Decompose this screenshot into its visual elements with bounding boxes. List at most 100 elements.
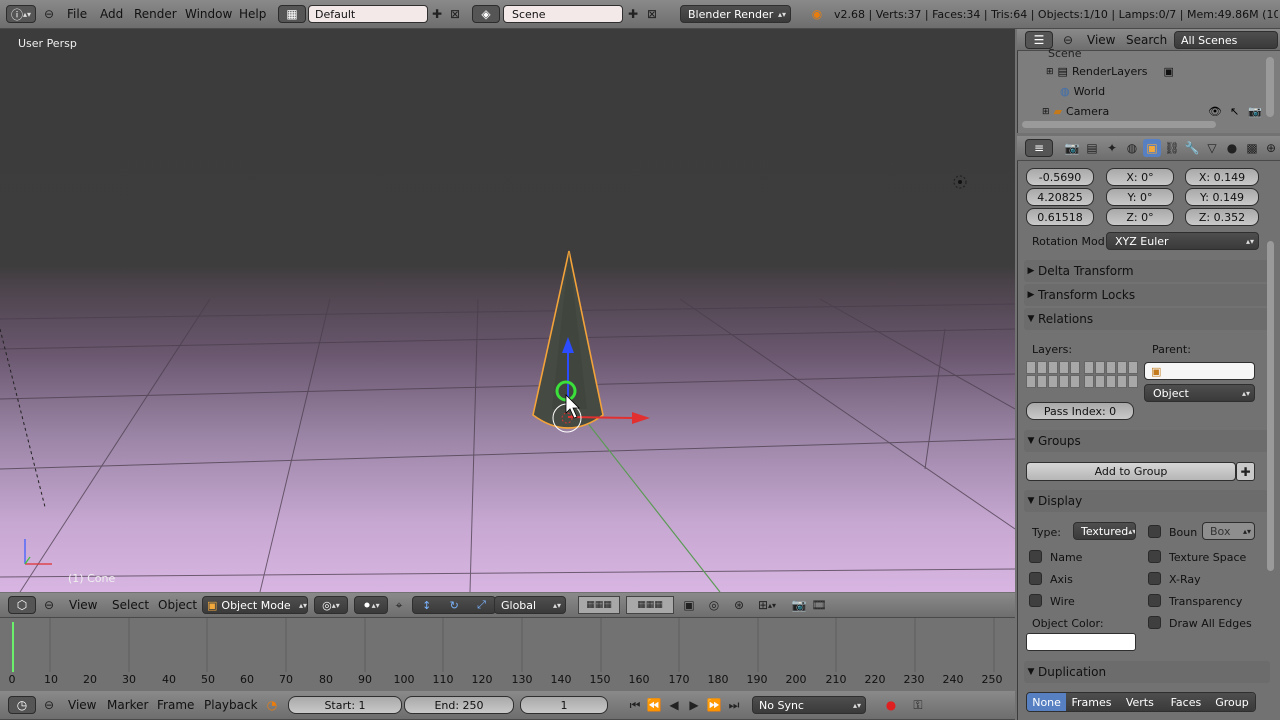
add-group-plus-icon[interactable]: ✚ [1236,462,1255,481]
menu-view[interactable]: View [69,593,97,617]
expand-icon[interactable]: ⊞ [1042,107,1050,117]
object-layers-grid-2[interactable] [1084,361,1138,388]
xray-checkbox[interactable] [1148,572,1161,585]
constraints-tab-icon[interactable]: ⛓ [1163,139,1181,157]
render-opengl-icon[interactable]: 📷 [790,596,808,614]
rotate-icon[interactable]: ↻ [450,599,459,612]
material-tab-icon[interactable]: ● [1223,139,1241,157]
screen-layout-icon[interactable]: ▦ [278,5,306,23]
record-icon[interactable]: ● [882,696,900,714]
parent-type-select[interactable]: Object ▴▾ [1144,384,1255,402]
timeline-area[interactable]: 0 10 20 30 40 50 60 70 80 90 100 110 120… [0,618,1015,690]
current-frame-field[interactable]: 1 [520,696,608,714]
select-cursor-icon[interactable]: ↖ [1230,105,1239,118]
panel-transform-locks[interactable]: ▶ Transform Locks [1024,284,1270,306]
dup-verts-option[interactable]: Verts [1116,693,1163,711]
scale-z-field[interactable]: Z: 0.352 [1185,208,1259,226]
timeline-menu-marker[interactable]: Marker [107,691,148,719]
data-tab-icon[interactable]: ▽ [1203,139,1221,157]
prev-keyframe-icon[interactable]: ⏪ [646,696,662,714]
timeline-menu-frame[interactable]: Frame [157,691,194,719]
manipulator-toggle-icon[interactable]: ⌖ [390,596,408,614]
menu-render[interactable]: Render [134,0,177,28]
dup-faces-option[interactable]: Faces [1162,693,1209,711]
scale-y-field[interactable]: Y: 0.149 [1185,188,1259,206]
outliner-item-world[interactable]: ◍ World [1060,85,1105,98]
render-icon[interactable]: ▣ [1164,65,1174,78]
properties-scrollbar[interactable] [1267,241,1274,571]
texture-tab-icon[interactable]: ▩ [1243,139,1261,157]
outliner-item-renderlayers[interactable]: ⊞ ▤ RenderLayers ▣ [1046,65,1174,78]
menu-add[interactable]: Add [100,0,123,28]
sync-mode-select[interactable]: No Sync ▴▾ [752,696,866,714]
render-tab-icon[interactable]: 📷 [1063,139,1081,157]
jump-start-icon[interactable]: ⏮ [627,696,643,714]
display-type-select[interactable]: Textured ▴▾ [1073,522,1136,540]
panel-display[interactable]: ▼ Display [1024,490,1270,512]
collapse-menu-icon[interactable]: ⊖ [1061,32,1075,48]
world-tab-icon[interactable]: ◍ [1123,139,1141,157]
play-icon[interactable]: ▶ [686,696,702,714]
panel-groups[interactable]: ▼ Groups [1024,430,1270,452]
lock-layers-icon[interactable]: ▣ [680,596,698,614]
end-frame-field[interactable]: End: 250 [404,696,514,714]
rotation-y-field[interactable]: Y: 0° [1106,188,1174,206]
info-editor-icon[interactable]: ⓘ ▴▾ [6,5,36,23]
outliner-menu-search[interactable]: Search [1126,29,1167,50]
orientation-select[interactable]: Global ▴▾ [494,596,566,614]
snap-element-icon[interactable]: ⊞ ▴▾ [752,596,782,614]
manipulator-modes[interactable]: ↕ ↻ ⤢ [412,596,496,614]
scale-x-field[interactable]: X: 0.149 [1185,168,1259,186]
dup-none-option[interactable]: None [1027,693,1067,711]
panel-duplication[interactable]: ▼ Duplication [1024,661,1270,683]
object-color-swatch[interactable] [1026,633,1136,651]
snap-icon[interactable]: ⊛ [730,596,748,614]
location-x-field[interactable]: -0.5690 [1026,168,1094,186]
screen-layout-field[interactable]: Default [308,5,428,23]
location-y-field[interactable]: 4.20825 [1026,188,1094,206]
outliner-item-scene[interactable]: Scene [1048,47,1082,60]
dup-frames-option[interactable]: Frames [1066,693,1117,711]
add-to-group-button[interactable]: Add to Group [1026,462,1236,481]
scene-field[interactable]: Scene [503,5,623,23]
outliner-item-camera[interactable]: ⊞ ▰ Camera [1042,105,1109,118]
modifiers-tab-icon[interactable]: 🔧 [1183,139,1201,157]
collapse-menu-icon[interactable]: ⊖ [42,697,56,713]
properties-editor-icon[interactable]: ≡ [1025,139,1053,157]
bounds-checkbox[interactable] [1148,525,1161,538]
outliner-hscrollbar[interactable] [1022,121,1216,128]
name-checkbox[interactable] [1029,550,1042,563]
translate-icon[interactable]: ↕ [422,599,431,612]
object-layers-grid[interactable] [1026,361,1080,388]
menu-window[interactable]: Window [185,0,232,28]
rotation-z-field[interactable]: Z: 0° [1106,208,1174,226]
transparency-checkbox[interactable] [1148,594,1161,607]
next-keyframe-icon[interactable]: ⏩ [706,696,722,714]
menu-file[interactable]: File [67,0,87,28]
mode-select[interactable]: ▣ Object Mode ▴▾ [202,596,308,614]
outliner-tree[interactable]: Scene ⊞ ▤ RenderLayers ▣ ◍ World ⊞ ▰ Camera 👁 … [1017,47,1280,133]
rotation-x-field[interactable]: X: 0° [1106,168,1174,186]
collapse-menu-icon[interactable]: ⊖ [42,6,56,22]
scene-layers-grid-2[interactable]: ▦▦▦ [626,596,674,614]
proportional-edit-icon[interactable]: ◎ [705,596,723,614]
scale-icon[interactable]: ⤢ [477,598,486,612]
play-reverse-icon[interactable]: ◀ [666,696,682,714]
parent-field[interactable]: ▣ [1144,362,1255,380]
texture-space-checkbox[interactable] [1148,550,1161,563]
panel-delta-transform[interactable]: ▶ Delta Transform [1024,260,1270,282]
visibility-eye-icon[interactable]: 👁 [1208,105,1222,118]
timeline-menu-view[interactable]: View [68,691,96,719]
timeline-editor-icon[interactable]: ◷ [8,696,36,714]
draw-all-edges-checkbox[interactable] [1148,616,1161,629]
pivot-point-select[interactable]: ⚫ ▴▾ [354,596,388,614]
timeline-menu-playback[interactable]: Playback [204,691,258,719]
render-camera-icon[interactable]: 📷 [1248,105,1262,118]
delete-scene-icon[interactable]: ⊠ [645,6,659,22]
axis-checkbox[interactable] [1029,572,1042,585]
collapse-menu-icon[interactable]: ⊖ [42,597,56,613]
scene-icon[interactable]: ◈ [472,5,500,23]
keying-set-icon[interactable]: ⚿ [906,696,930,714]
scene-layers-grid[interactable]: ▦▦▦ [578,596,620,614]
pass-index-field[interactable]: Pass Index: 0 [1026,402,1134,420]
